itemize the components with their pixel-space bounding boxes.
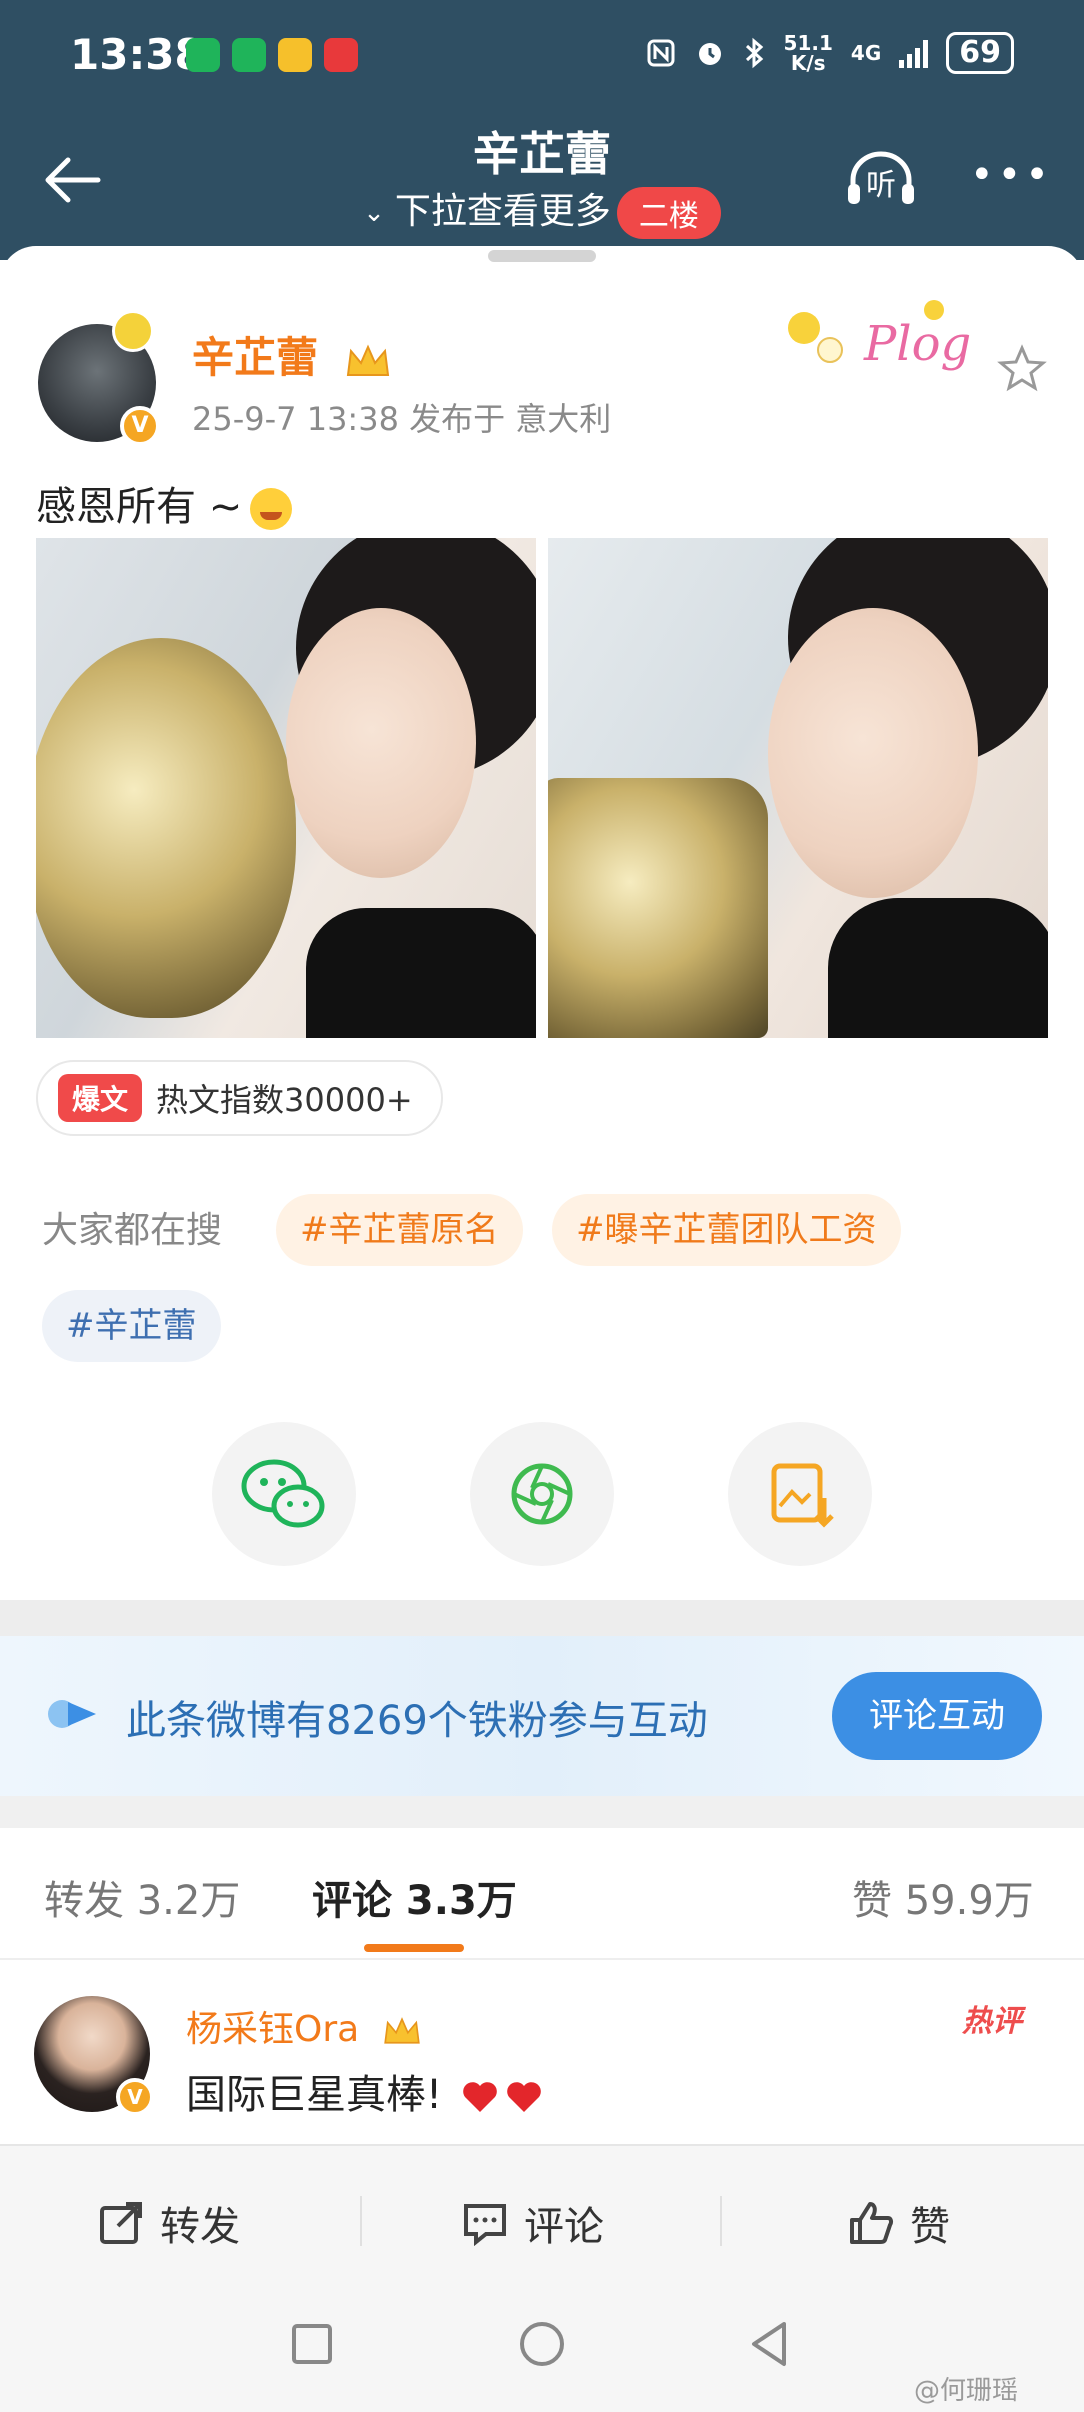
thumbs-up-icon bbox=[850, 2202, 894, 2244]
plog-sticker: Plog bbox=[788, 300, 971, 372]
comment-text: 国际巨星真棒! bbox=[186, 2062, 543, 2120]
comment-interact-button[interactable]: 评论互动 bbox=[832, 1672, 1042, 1760]
header: 13:38 51.1 K/s 4G 69 辛芷蕾 ⌄ 下拉查看更多 二楼 听 ••• bbox=[0, 0, 1084, 260]
watermark: @何珊瑶 bbox=[914, 2376, 1019, 2406]
avatar-decoration-icon bbox=[112, 310, 154, 352]
back-icon[interactable] bbox=[744, 2318, 796, 2370]
comment-item[interactable]: V 杨采钰Ora 国际巨星真棒! 热评 bbox=[0, 1960, 1084, 2144]
verified-badge-icon: V bbox=[116, 2078, 154, 2116]
share-wechat-button[interactable] bbox=[212, 1422, 356, 1566]
smile-emoji-icon bbox=[250, 488, 293, 530]
stats-tabs: 转发 3.2万 评论 3.3万 赞 59.9万 bbox=[0, 1828, 1084, 1960]
crown-icon bbox=[346, 344, 389, 376]
hot-comment-badge: 热评 bbox=[962, 2004, 1022, 2039]
trending-label: 大家都在搜 bbox=[42, 1210, 223, 1251]
post-meta: 25-9-7 13:38 发布于 意大利 bbox=[192, 400, 612, 438]
share-moments-button[interactable] bbox=[470, 1422, 614, 1566]
battery-indicator: 69 bbox=[946, 32, 1014, 74]
trending-chip[interactable]: #曝辛芷蕾团队工资 bbox=[552, 1194, 901, 1266]
heart-icon bbox=[506, 2082, 541, 2112]
wechat-icon bbox=[241, 1459, 325, 1528]
sticker-text: Plog bbox=[863, 316, 971, 372]
tab-repost[interactable]: 转发 3.2万 bbox=[44, 1868, 240, 1926]
status-bar: 13:38 51.1 K/s 4G 69 bbox=[0, 0, 1084, 110]
commenter-avatar[interactable]: V bbox=[34, 1996, 154, 2116]
home-icon[interactable] bbox=[516, 2318, 568, 2370]
author-avatar[interactable]: V bbox=[38, 310, 160, 446]
network-type: 4G bbox=[850, 41, 882, 65]
tab-comment[interactable]: 评论 3.3万 bbox=[312, 1868, 517, 1926]
active-tab-indicator bbox=[364, 1944, 464, 1952]
author-name[interactable]: 辛芷蕾 bbox=[192, 324, 393, 385]
post-image-2[interactable] bbox=[548, 538, 1048, 1038]
listen-label: 听 bbox=[866, 168, 896, 203]
verified-badge-icon: V bbox=[120, 406, 160, 446]
app-notification-icon bbox=[278, 38, 312, 72]
hot-tag: 爆文 bbox=[58, 1074, 143, 1122]
crown-icon bbox=[383, 2017, 420, 2044]
hot-index-pill[interactable]: 爆文 热文指数30000+ bbox=[36, 1060, 443, 1136]
post-text: 感恩所有 ~ bbox=[36, 474, 293, 532]
hot-index-text: 热文指数30000+ bbox=[156, 1081, 413, 1119]
share-icon bbox=[100, 2202, 142, 2244]
repost-button[interactable]: 转发 bbox=[98, 2194, 240, 2252]
fans-interaction-banner: 此条微博有8269个铁粉参与互动 评论互动 bbox=[0, 1636, 1084, 1796]
notification-icons bbox=[186, 38, 358, 72]
trending-chip[interactable]: #辛芷蕾原名 bbox=[276, 1194, 523, 1266]
banner-text: 此条微博有8269个铁粉参与互动 bbox=[126, 1698, 708, 1744]
favorite-star-icon[interactable] bbox=[996, 342, 1048, 394]
more-options-icon[interactable]: ••• bbox=[970, 150, 1050, 210]
section-divider bbox=[0, 1796, 1084, 1828]
bluetooth-icon bbox=[745, 37, 763, 69]
listen-button[interactable]: 听 bbox=[843, 150, 919, 210]
like-button[interactable]: 赞 bbox=[848, 2194, 950, 2252]
net-speed: 51.1 K/s bbox=[783, 31, 833, 75]
app-notification-icon bbox=[324, 38, 358, 72]
section-divider bbox=[0, 1600, 1084, 1636]
tab-like[interactable]: 赞 59.9万 bbox=[852, 1868, 1034, 1926]
drag-handle[interactable] bbox=[488, 250, 596, 262]
bottom-action-bar: 转发 评论 赞 bbox=[0, 2144, 1084, 2294]
trending-chip[interactable]: #辛芷蕾 bbox=[42, 1290, 221, 1362]
save-image-button[interactable] bbox=[728, 1422, 872, 1566]
post-card: V 辛芷蕾 25-9-7 13:38 发布于 意大利 Plog 感恩所有 ~ 爆… bbox=[0, 246, 1084, 1606]
alarm-icon bbox=[698, 43, 721, 65]
app-notification-icon bbox=[186, 38, 220, 72]
comment-icon bbox=[464, 2204, 506, 2246]
floor-badge[interactable]: 二楼 bbox=[616, 187, 721, 239]
chevron-down-icon: ⌄ bbox=[363, 198, 385, 228]
status-right: 51.1 K/s 4G 69 bbox=[646, 32, 1014, 74]
action-divider bbox=[720, 2196, 722, 2246]
moments-icon bbox=[511, 1463, 573, 1525]
status-time: 13:38 bbox=[70, 30, 204, 79]
post-image-1[interactable] bbox=[36, 538, 536, 1038]
play-icon bbox=[48, 1700, 96, 1728]
nfc-icon bbox=[647, 39, 675, 67]
app-notification-icon bbox=[232, 38, 266, 72]
action-divider bbox=[360, 2196, 362, 2246]
recent-apps-icon[interactable] bbox=[286, 2318, 338, 2370]
comment-button[interactable]: 评论 bbox=[462, 2194, 604, 2252]
page-title: 辛芷蕾 bbox=[473, 127, 611, 181]
save-image-icon bbox=[771, 1463, 834, 1528]
pull-down-hint[interactable]: ⌄ 下拉查看更多 二楼 bbox=[0, 182, 1084, 239]
heart-icon bbox=[462, 2082, 497, 2112]
signal-icon bbox=[899, 38, 929, 68]
commenter-name[interactable]: 杨采钰Ora bbox=[186, 2000, 423, 2052]
